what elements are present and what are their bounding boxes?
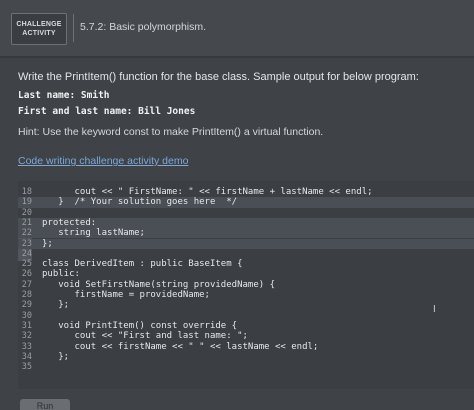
activity-title: 5.7.2: Basic polymorphism.: [80, 21, 207, 33]
code-text: string lastName;: [42, 228, 145, 239]
code-line[interactable]: 18 cout << " FirstName: " << firstName +…: [18, 187, 474, 197]
line-number: 22: [21, 228, 32, 239]
line-number: 25: [21, 259, 32, 270]
code-line[interactable]: 19 } /* Your solution goes here */: [18, 197, 474, 208]
line-number: 27: [21, 279, 32, 290]
code-text: cout << firstName << " " << lastName << …: [42, 341, 319, 352]
line-number: 20: [21, 207, 32, 218]
code-line[interactable]: 30: [18, 311, 474, 321]
code-line[interactable]: 25 class DerivedItem : public BaseItem {: [18, 259, 474, 269]
demo-link[interactable]: Code writing challenge activity demo: [18, 155, 188, 167]
code-line[interactable]: 31 void PrintItem() const override {: [18, 321, 474, 331]
code-line[interactable]: 27 void SetFirstName(string providedName…: [18, 280, 474, 290]
sample-output: Last name: Smith First and last name: Bi…: [18, 88, 474, 124]
sample-output-line: First and last name: Bill Jones: [18, 106, 196, 117]
code-text: };: [42, 351, 70, 362]
code-line[interactable]: 21 protected:: [18, 217, 474, 229]
line-number: 26: [21, 269, 32, 280]
code-line[interactable]: 26 public:: [18, 269, 474, 279]
code-line[interactable]: 22 string lastName;: [18, 228, 474, 239]
code-text: protected:: [42, 217, 97, 228]
code-text: public:: [42, 269, 80, 280]
line-number: 30: [21, 310, 32, 321]
line-number: 32: [21, 331, 32, 342]
line-number: 19: [21, 197, 32, 208]
code-text: void PrintItem() const override {: [42, 320, 238, 331]
line-number: 21: [21, 217, 32, 228]
code-line[interactable]: 28 firstName = providedName;: [18, 290, 474, 300]
line-number: 29: [21, 300, 32, 311]
code-line[interactable]: 29 };: [18, 300, 474, 310]
code-line[interactable]: 24: [18, 249, 474, 259]
code-line[interactable]: 20: [18, 208, 474, 218]
code-line[interactable]: 33 cout << firstName << " " << lastName …: [18, 342, 474, 352]
code-text: firstName = providedName;: [42, 290, 210, 300]
header-rule: [0, 56, 474, 58]
code-editor[interactable]: 18 cout << " FirstName: " << firstName +…: [18, 181, 474, 389]
code-text: cout << " FirstName: " << firstName + la…: [42, 187, 373, 197]
line-number: 18: [21, 187, 32, 197]
badge-label: CHALLENGE ACTIVITY: [16, 21, 62, 37]
code-line[interactable]: 23};: [18, 238, 474, 249]
code-text: };: [42, 238, 53, 249]
code-text: } /* Your solution goes here */: [42, 197, 238, 208]
code-line[interactable]: 32 cout << "First and last name: ";: [18, 331, 474, 341]
activity-header: CHALLENGE ACTIVITY 5.7.2: Basic polymorp…: [0, 0, 474, 56]
run-button[interactable]: Run: [20, 399, 70, 410]
line-number: 33: [21, 341, 32, 352]
sample-output-line: Last name: Smith: [18, 90, 110, 101]
line-number: 31: [21, 320, 32, 331]
line-number: 23: [21, 238, 32, 249]
header-divider: [73, 14, 74, 42]
line-number: 34: [21, 351, 32, 362]
code-text: void SetFirstName(string providedName) {: [42, 279, 275, 290]
text-cursor-icon: I: [433, 304, 436, 315]
code-text: };: [42, 300, 70, 311]
code-text: cout << "First and last name: ";: [42, 331, 248, 342]
instructions-text: Write the PrintItem() function for the b…: [18, 71, 419, 83]
line-number: 35: [21, 362, 32, 373]
code-line[interactable]: 35: [18, 362, 474, 372]
code-line[interactable]: 34 };: [18, 352, 474, 362]
hint-text: Hint: Use the keyword const to make Prin…: [18, 126, 324, 138]
line-number: 28: [21, 290, 32, 300]
code-text: class DerivedItem : public BaseItem {: [42, 259, 243, 270]
line-number: 24: [21, 248, 32, 259]
challenge-activity-badge: CHALLENGE ACTIVITY: [11, 13, 67, 45]
